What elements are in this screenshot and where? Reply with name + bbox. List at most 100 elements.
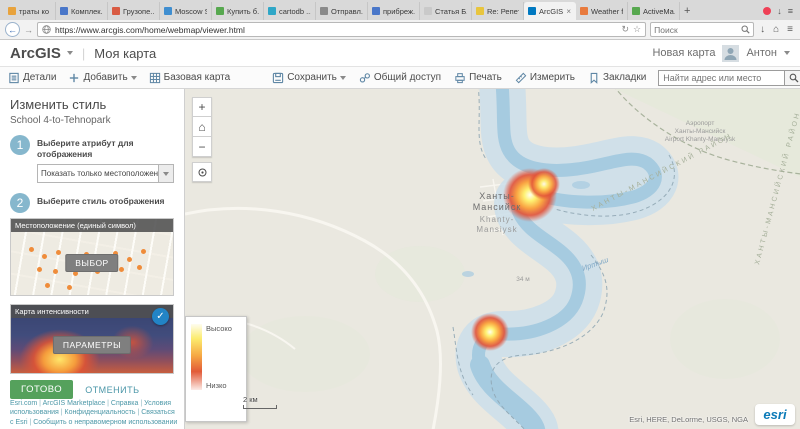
browser-tab[interactable]: Купить б...: [212, 2, 264, 20]
city-label-en: Mansiysk: [476, 225, 517, 234]
oxbow-lake: [572, 181, 590, 189]
arcgis-logo[interactable]: ArcGIS: [10, 45, 61, 62]
map-canvas[interactable]: Ханты- Мансийск Khanty- Mansiysk 34 м Аэ…: [185, 89, 800, 429]
caret-down-icon: [131, 76, 137, 80]
home-extent-button[interactable]: ⌂: [192, 117, 212, 137]
zoom-in-button[interactable]: +: [192, 97, 212, 117]
browser-tab[interactable]: cartodb ...: [264, 2, 316, 20]
user-menu[interactable]: Антон: [746, 47, 777, 59]
zoom-out-button[interactable]: −: [192, 137, 212, 157]
tab-favicon-icon: [632, 7, 640, 15]
select-style-button[interactable]: ВЫБОР: [65, 254, 118, 272]
tab-favicon-icon: [424, 7, 432, 15]
style-card-location[interactable]: Местоположение (единый символ) ВЫБОР: [10, 218, 174, 296]
dropdown-arrow-button[interactable]: [158, 165, 173, 182]
reload-icon[interactable]: ↻: [621, 24, 629, 35]
details-button[interactable]: Детали: [8, 72, 56, 84]
map-zoom-controls: + ⌂ −: [192, 97, 212, 182]
forward-button[interactable]: →: [24, 25, 33, 35]
header-right: Новая карта Антон: [652, 45, 790, 62]
menu-icon[interactable]: ≡: [788, 6, 793, 16]
geocode-search[interactable]: [658, 70, 800, 86]
browser-tab[interactable]: прибреж...: [368, 2, 420, 20]
back-button[interactable]: ←: [5, 22, 20, 37]
search-icon[interactable]: [741, 25, 750, 34]
caret-down-icon[interactable]: [784, 51, 790, 55]
globe-icon: [42, 25, 51, 34]
print-button[interactable]: Печать: [454, 72, 502, 84]
measure-label: Измерить: [530, 72, 575, 83]
browser-tab[interactable]: Re: Репет...: [472, 2, 524, 20]
style-options-button[interactable]: ПАРАМЕТРЫ: [53, 336, 131, 354]
new-tab-button[interactable]: +: [680, 2, 694, 20]
share-button[interactable]: Общий доступ: [359, 72, 441, 84]
measure-button[interactable]: Измерить: [515, 72, 575, 84]
footer-link[interactable]: Esri.com: [10, 400, 43, 407]
save-label: Сохранить: [287, 72, 337, 83]
main-content: Изменить стиль School 4-to-Tehnopark 1 В…: [0, 89, 800, 429]
footer-link[interactable]: Справка: [111, 400, 144, 407]
cancel-button[interactable]: ОТМЕНИТЬ: [85, 385, 139, 395]
new-map-link[interactable]: Новая карта: [652, 47, 715, 59]
pocket-icon[interactable]: [763, 7, 771, 15]
browser-tab[interactable]: Статья Б...: [420, 2, 472, 20]
footer-link[interactable]: Сообщить о неправомерном использовании: [33, 419, 177, 426]
step-1-label: Выберите атрибут для отображения: [37, 135, 174, 160]
app-header: ArcGIS | Моя карта Новая карта Антон: [0, 40, 800, 67]
panel-title: Изменить стиль: [10, 97, 174, 112]
caret-down-icon: [163, 172, 169, 176]
add-label: Добавить: [83, 72, 127, 83]
geocode-search-button[interactable]: [784, 71, 800, 85]
menu-icon[interactable]: ≡: [785, 24, 795, 35]
tab-favicon-icon: [320, 7, 328, 15]
browser-tab[interactable]: Грузопе...: [108, 2, 160, 20]
locate-button[interactable]: [192, 162, 212, 182]
city-label: Ханты-: [479, 191, 515, 201]
save-icon: [272, 72, 284, 84]
browser-tab[interactable]: Комплек...: [56, 2, 108, 20]
downloads-icon[interactable]: ↓: [758, 24, 767, 35]
legend-labels: Высоко Низко: [206, 324, 232, 390]
legend-high-label: Высоко: [206, 324, 232, 333]
add-button[interactable]: Добавить: [68, 72, 136, 84]
tab-close-icon[interactable]: ×: [566, 7, 571, 16]
browser-tab[interactable]: ActiveMa...: [628, 2, 680, 20]
basemap-button[interactable]: Базовая карта: [149, 72, 231, 84]
legend-low-label: Низко: [206, 381, 232, 390]
tab-title: Moscow Stat: [175, 7, 207, 16]
browser-tab[interactable]: Moscow Stat: [160, 2, 212, 20]
bookmarks-button[interactable]: Закладки: [588, 72, 646, 84]
avatar[interactable]: [722, 45, 739, 62]
done-button[interactable]: ГОТОВО: [10, 380, 73, 399]
footer-link[interactable]: Конфиденциальность: [65, 409, 142, 416]
url-text[interactable]: https://www.arcgis.com/home/webmap/viewe…: [55, 25, 617, 35]
tab-title: прибреж...: [383, 7, 415, 16]
browser-tab[interactable]: Weather f...: [576, 2, 628, 20]
legend-gradient-bar: [191, 324, 202, 390]
geocode-search-input[interactable]: [659, 73, 784, 83]
attribute-dropdown-value: Показать только местоположения: [38, 169, 158, 178]
browser-tab-active[interactable]: ArcGIS - Мо×: [524, 2, 576, 20]
page-title: Моя карта: [94, 46, 156, 61]
tab-favicon-icon: [268, 7, 276, 15]
caret-down-icon[interactable]: [67, 51, 73, 55]
browser-tab[interactable]: Отправл...: [316, 2, 368, 20]
home-icon[interactable]: ⌂: [771, 24, 781, 35]
browser-search-input[interactable]: [654, 25, 741, 35]
bookmark-star-icon[interactable]: ☆: [633, 24, 641, 35]
tab-favicon-icon: [112, 7, 120, 15]
airport-label: Ханты-Мансийск: [675, 127, 726, 135]
scale-bar: 2 км: [243, 395, 277, 409]
downloads-icon[interactable]: ↓: [777, 6, 782, 16]
browser-search-bar[interactable]: [650, 22, 754, 37]
measure-icon: [515, 72, 527, 84]
browser-tab[interactable]: траты ко: [4, 2, 56, 20]
panel-actions: ГОТОВО ОТМЕНИТЬ: [10, 380, 174, 399]
attribute-dropdown[interactable]: Показать только местоположения: [37, 164, 174, 183]
locate-icon: [197, 167, 208, 178]
url-bar[interactable]: https://www.arcgis.com/home/webmap/viewe…: [37, 22, 646, 37]
map-area[interactable]: Ханты- Мансийск Khanty- Mansiysk 34 м Аэ…: [185, 89, 800, 429]
style-card-heatmap[interactable]: Карта интенсивности ✓ ПАРАМЕТРЫ: [10, 304, 174, 374]
footer-link[interactable]: ArcGIS Marketplace: [43, 400, 111, 407]
save-button[interactable]: Сохранить: [272, 72, 346, 84]
